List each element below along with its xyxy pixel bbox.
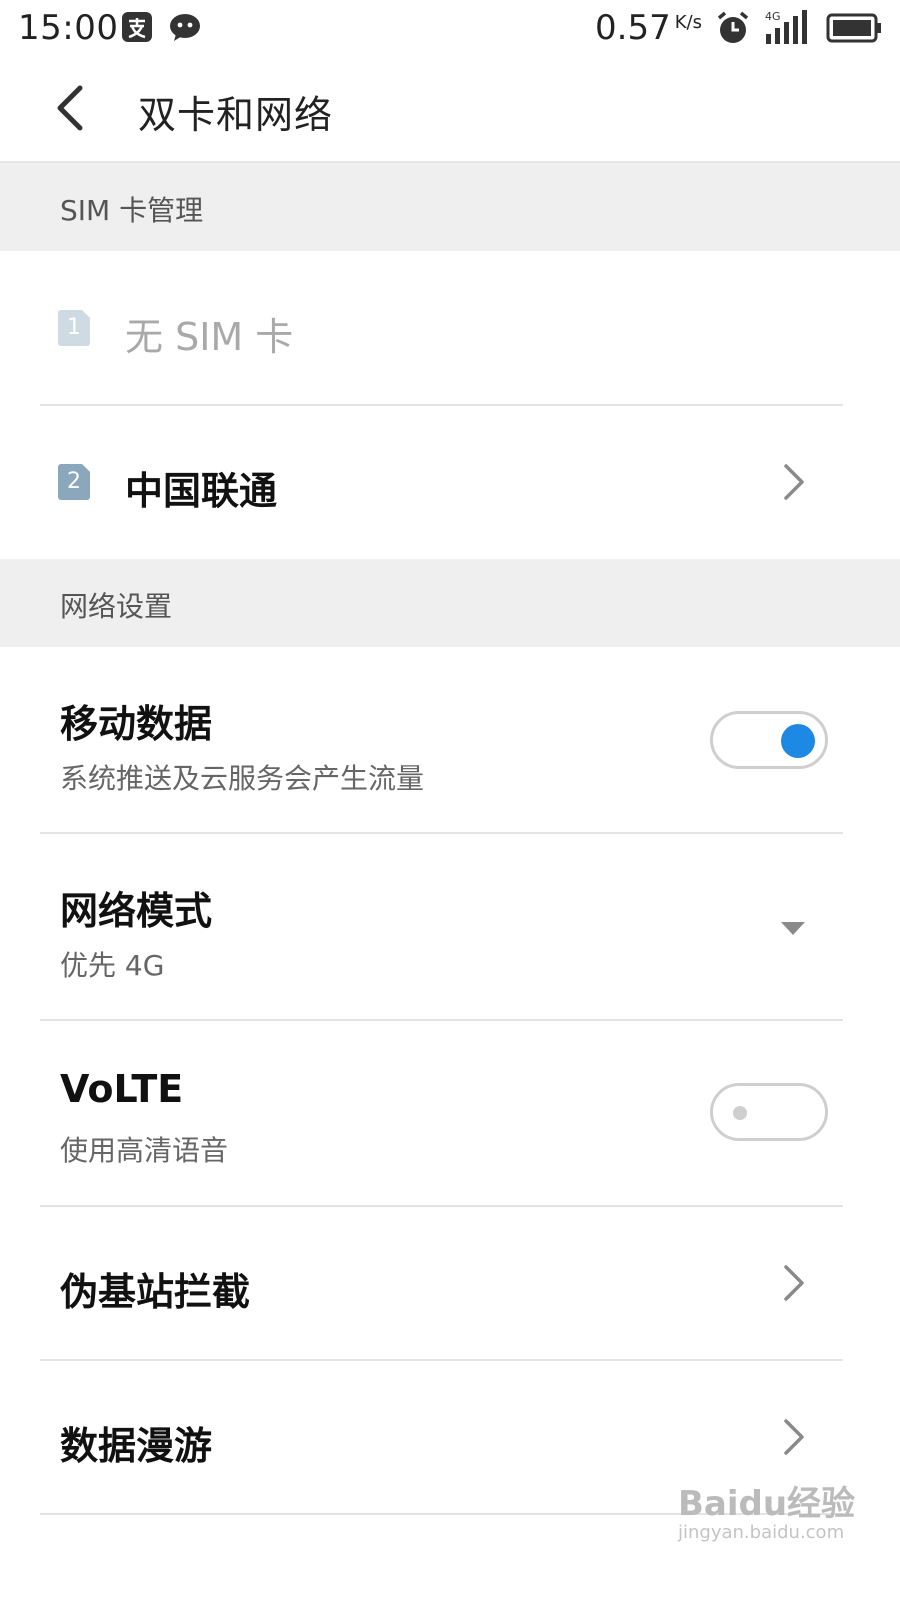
app-header: 双卡和网络	[0, 56, 900, 163]
chevron-right-icon	[784, 1419, 804, 1455]
status-right-group: 0.57 K/s 4G	[595, 6, 882, 50]
volte-row[interactable]: VoLTE 使用高清语音	[0, 1021, 900, 1206]
status-time: 15:00	[18, 8, 119, 48]
volte-title: VoLTE	[60, 1067, 184, 1111]
sim-2-label: 中国联通	[125, 469, 278, 513]
fake-base-station-title: 伪基站拦截	[60, 1270, 251, 1314]
network-mode-value: 优先 4G	[60, 949, 165, 982]
network-type-label: 4G	[765, 10, 781, 23]
toggle-knob	[781, 724, 815, 758]
sim-1-icon: 1	[58, 310, 90, 346]
network-speed-unit: K/s	[674, 12, 702, 33]
section-header-network: 网络设置	[0, 559, 900, 647]
dropdown-caret-icon	[781, 922, 805, 935]
chevron-right-icon	[784, 1265, 804, 1301]
sim-2-icon: 2	[58, 464, 90, 500]
section-title-sim: SIM 卡管理	[60, 194, 204, 227]
status-bar: 15:00 0.57 K/s 4G	[0, 0, 900, 56]
page-title: 双卡和网络	[138, 93, 334, 137]
sim-slot-1-row: 1 无 SIM 卡	[0, 251, 900, 405]
section-title-network: 网络设置	[60, 590, 173, 623]
sim-slot-2-row[interactable]: 2 中国联通	[0, 406, 900, 558]
mobile-data-row[interactable]: 移动数据 系统推送及云服务会产生流量	[0, 647, 900, 833]
battery-icon	[826, 13, 881, 43]
network-speed: 0.57 K/s	[595, 8, 702, 48]
mobile-data-title: 移动数据	[60, 702, 213, 746]
alarm-icon	[717, 11, 749, 43]
fake-base-station-row[interactable]: 伪基站拦截	[0, 1207, 900, 1360]
toggle-knob	[733, 1106, 747, 1120]
back-arrow-icon[interactable]	[48, 82, 96, 134]
chevron-right-icon	[784, 464, 804, 500]
alipay-icon	[122, 12, 152, 42]
data-roaming-title: 数据漫游	[60, 1424, 213, 1468]
mobile-data-toggle[interactable]	[710, 711, 828, 769]
watermark-brand: Baidu经验	[678, 1484, 856, 1524]
volte-subtitle: 使用高清语音	[60, 1134, 229, 1167]
network-speed-value: 0.57	[595, 8, 671, 48]
network-mode-row[interactable]: 网络模式 优先 4G	[0, 834, 900, 1020]
wechat-icon	[170, 14, 200, 41]
network-mode-title: 网络模式	[60, 889, 213, 933]
mobile-data-subtitle: 系统推送及云服务会产生流量	[60, 762, 425, 795]
section-header-sim: SIM 卡管理	[0, 163, 900, 251]
signal-icon: 4G	[765, 10, 807, 44]
volte-toggle[interactable]	[710, 1083, 828, 1141]
sim-1-label: 无 SIM 卡	[125, 315, 294, 359]
watermark-url: jingyan.baidu.com	[678, 1522, 845, 1543]
